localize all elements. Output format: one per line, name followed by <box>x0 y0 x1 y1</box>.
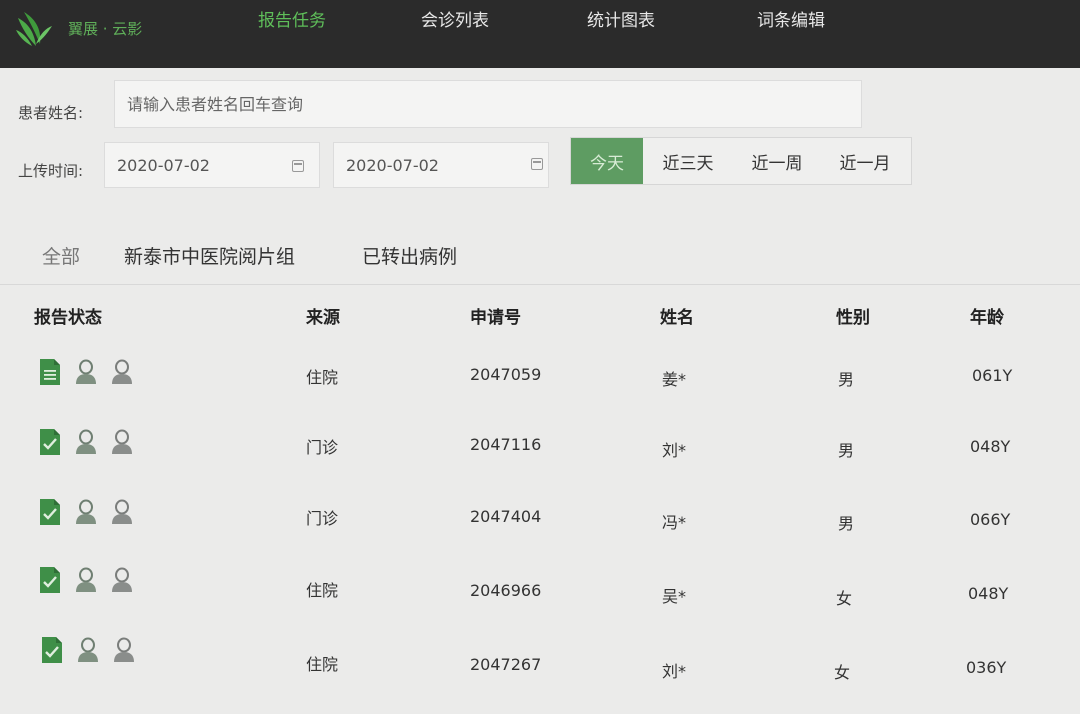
gender-cell: 女 <box>836 589 853 608</box>
nav-term-editor[interactable]: 词条编辑 <box>757 6 825 31</box>
apply-no-cell: 2047404 <box>470 507 542 526</box>
document-check-icon[interactable] <box>38 498 62 526</box>
patient-name-cell: 冯* <box>662 513 687 532</box>
report-status-cell <box>38 358 134 386</box>
doctor-reviewer-icon[interactable] <box>110 499 134 525</box>
source-cell: 门诊 <box>306 438 339 457</box>
patient-name-cell: 刘* <box>662 662 687 681</box>
report-status-cell <box>38 498 134 526</box>
range-month-button[interactable]: 近一月 <box>821 138 909 184</box>
col-header-source: 来源 <box>306 308 340 328</box>
doctor-primary-icon[interactable] <box>74 359 98 385</box>
doctor-primary-icon[interactable] <box>76 637 100 663</box>
tab-xintai-reading-group[interactable]: 新泰市中医院阅片组 <box>124 242 295 269</box>
date-to-field[interactable]: 2020-07-02 <box>333 142 549 188</box>
doctor-reviewer-icon[interactable] <box>112 637 136 663</box>
age-cell: 048Y <box>970 437 1011 456</box>
source-cell: 住院 <box>306 581 339 600</box>
doctor-reviewer-icon[interactable] <box>110 429 134 455</box>
col-header-apply-no: 申请号 <box>470 308 521 328</box>
apply-no-cell: 2046966 <box>470 581 542 600</box>
source-cell: 住院 <box>306 655 339 674</box>
gender-cell: 男 <box>838 514 855 533</box>
range-week-button[interactable]: 近一周 <box>733 138 821 184</box>
source-cell: 住院 <box>306 368 339 387</box>
col-header-age: 年龄 <box>970 308 1004 328</box>
date-range-quick-select: 今天 近三天 近一周 近一月 <box>570 137 912 185</box>
doctor-primary-icon[interactable] <box>74 499 98 525</box>
doctor-reviewer-icon[interactable] <box>110 567 134 593</box>
apply-no-cell: 2047116 <box>470 435 542 454</box>
col-header-gender: 性别 <box>836 308 870 328</box>
apply-no-cell: 2047059 <box>470 365 542 384</box>
document-list-icon[interactable] <box>38 358 62 386</box>
patient-name-label: 患者姓名: <box>18 104 84 122</box>
gender-cell: 女 <box>834 663 851 682</box>
nav-report-tasks[interactable]: 报告任务 <box>258 6 326 31</box>
nav-statistics-charts[interactable]: 统计图表 <box>587 6 655 31</box>
col-header-status: 报告状态 <box>34 308 102 328</box>
date-from-field[interactable]: 2020-07-02 <box>104 142 320 188</box>
doctor-primary-icon[interactable] <box>74 429 98 455</box>
col-header-name: 姓名 <box>660 308 694 328</box>
brand-logo-icon <box>16 12 52 46</box>
date-to-value: 2020-07-02 <box>346 155 439 175</box>
document-check-icon[interactable] <box>38 566 62 594</box>
report-status-cell <box>38 428 134 456</box>
gender-cell: 男 <box>838 370 855 389</box>
age-cell: 061Y <box>972 366 1013 385</box>
nav-consultation-list[interactable]: 会诊列表 <box>421 6 489 31</box>
date-from-calendar-icon[interactable] <box>292 160 304 172</box>
apply-no-cell: 2047267 <box>470 655 542 674</box>
brand-name: 翼展 · 云影 <box>68 20 143 38</box>
tabs-divider <box>0 284 1080 285</box>
patient-name-cell: 姜* <box>662 370 687 389</box>
date-from-value: 2020-07-02 <box>117 155 210 175</box>
doctor-primary-icon[interactable] <box>74 567 98 593</box>
patient-name-cell: 刘* <box>662 441 687 460</box>
upload-time-label: 上传时间: <box>18 162 84 180</box>
age-cell: 048Y <box>968 584 1009 603</box>
gender-cell: 男 <box>838 441 855 460</box>
age-cell: 066Y <box>970 510 1011 529</box>
patient-name-search-input[interactable] <box>114 80 862 128</box>
report-status-cell <box>38 566 134 594</box>
patient-name-cell: 吴* <box>662 587 687 606</box>
tab-transferred-cases[interactable]: 已转出病例 <box>362 242 457 269</box>
age-cell: 036Y <box>966 658 1007 677</box>
date-to-calendar-icon[interactable] <box>531 158 543 170</box>
source-cell: 门诊 <box>306 509 339 528</box>
doctor-reviewer-icon[interactable] <box>110 359 134 385</box>
report-status-cell <box>40 636 136 664</box>
top-nav-bar: 翼展 · 云影 报告任务 会诊列表 统计图表 词条编辑 <box>0 0 1080 68</box>
range-3days-button[interactable]: 近三天 <box>643 138 733 184</box>
tab-all[interactable]: 全部 <box>42 242 80 269</box>
document-check-icon[interactable] <box>40 636 64 664</box>
document-check-icon[interactable] <box>38 428 62 456</box>
range-today-button[interactable]: 今天 <box>571 138 643 184</box>
